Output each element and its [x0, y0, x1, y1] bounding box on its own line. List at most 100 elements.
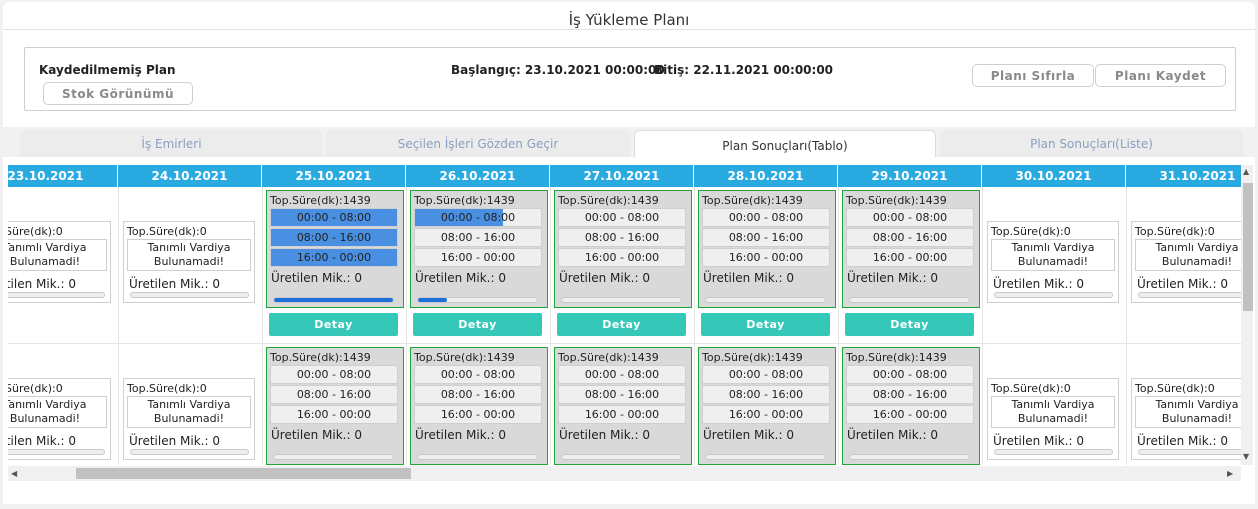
progress-bar — [994, 292, 1113, 298]
produced-quantity-label: Üretilen Mik.: 0 — [703, 428, 794, 442]
shift-slot[interactable]: 00:00 - 08:00 — [846, 208, 974, 227]
shift-slot[interactable]: 16:00 - 00:00 — [270, 405, 398, 424]
shift-slot[interactable]: 00:00 - 08:00 — [702, 365, 830, 384]
tab-plan-results-list[interactable]: Plan Sonuçları(Liste) — [940, 130, 1243, 158]
shift-slot[interactable]: 16:00 - 00:00 — [846, 405, 974, 424]
progress-bar — [1138, 292, 1241, 298]
shift-time-label: 08:00 - 16:00 — [584, 231, 660, 244]
shift-slot[interactable]: 16:00 - 00:00 — [846, 248, 974, 267]
shift-slot[interactable]: 08:00 - 16:00 — [270, 385, 398, 404]
progress-fill — [418, 298, 447, 302]
produced-section: Üretilen Mik.: 0 — [558, 271, 686, 306]
shift-slot[interactable]: 08:00 - 16:00 — [702, 385, 830, 404]
shift-slot[interactable]: 16:00 - 00:00 — [702, 405, 830, 424]
produced-section: Üretilen Mik.: 0 — [270, 428, 398, 463]
horizontal-scroll-thumb[interactable] — [76, 468, 411, 479]
total-duration-label: Top.Süre(dk):0 — [1135, 225, 1215, 238]
shift-slot[interactable]: 08:00 - 16:00 — [270, 228, 398, 247]
shift-slot[interactable]: 16:00 - 00:00 — [558, 248, 686, 267]
stock-view-button[interactable]: Stok Görünümü — [43, 82, 193, 105]
detail-button[interactable]: Detay — [413, 313, 542, 336]
no-shift-message: Tanımlı Vardiya Bulunamadi! — [127, 239, 251, 271]
vertical-scrollbar[interactable]: ▲ ▼ — [1241, 165, 1253, 465]
progress-bar — [705, 297, 826, 303]
produced-section: Üretilen Mik.: 0 — [846, 271, 974, 306]
shift-slot[interactable]: 16:00 - 00:00 — [702, 248, 830, 267]
shift-slot[interactable]: 00:00 - 08:00 — [558, 208, 686, 227]
day-card: Top.Süre(dk):1439 00:00 - 08:00 08:00 - 16… — [410, 190, 548, 308]
detail-button[interactable]: Detay — [845, 313, 974, 336]
title-bar: İş Yükleme Planı — [3, 2, 1255, 30]
shift-slot[interactable]: 08:00 - 16:00 — [846, 228, 974, 247]
produced-quantity-label: Üretilen Mik.: 0 — [847, 428, 938, 442]
shift-time-label: 16:00 - 00:00 — [872, 251, 948, 264]
no-shift-message: Tanımlı Vardiya Bulunamadi! — [1135, 396, 1241, 428]
produced-section: Üretilen Mik.: 0 — [846, 428, 974, 463]
column-divider — [1126, 187, 1127, 465]
shift-slot[interactable]: 08:00 - 16:00 — [558, 228, 686, 247]
shift-time-label: 16:00 - 00:00 — [872, 408, 948, 421]
progress-bar — [130, 449, 249, 455]
shift-slot[interactable]: 00:00 - 08:00 — [414, 208, 542, 227]
day-card: Top.Süre(dk):1439 00:00 - 08:00 08:00 - 16… — [698, 347, 836, 465]
detail-button[interactable]: Detay — [557, 313, 686, 336]
shift-time-label: 16:00 - 00:00 — [296, 251, 372, 264]
shift-slot[interactable]: 16:00 - 00:00 — [414, 248, 542, 267]
total-duration-label: Top.Süre(dk):0 — [127, 225, 207, 238]
produced-section: Üretilen Mik.: 0 — [558, 428, 686, 463]
day-card: Top.Süre(dk):1439 00:00 - 08:00 08:00 - 16… — [266, 190, 404, 308]
shift-slot[interactable]: 08:00 - 16:00 — [846, 385, 974, 404]
shift-slot[interactable]: 08:00 - 16:00 — [702, 228, 830, 247]
scroll-right-icon[interactable]: ▶ — [1227, 469, 1233, 478]
shift-slot[interactable]: 08:00 - 16:00 — [558, 385, 686, 404]
progress-bar — [1138, 449, 1241, 455]
date-header-cell: 23.10.2021 — [8, 165, 118, 187]
produced-quantity-label: Üretilen Mik.: 0 — [8, 434, 76, 448]
horizontal-scrollbar[interactable]: ◀ ▶ — [8, 466, 1241, 481]
produced-quantity-label: Üretilen Mik.: 0 — [129, 434, 220, 448]
shift-time-label: 08:00 - 16:00 — [296, 231, 372, 244]
date-header-cell: 31.10.2021 — [1126, 165, 1241, 187]
shift-slot[interactable]: 08:00 - 16:00 — [414, 228, 542, 247]
scroll-left-icon[interactable]: ◀ — [11, 469, 17, 478]
scroll-up-icon[interactable]: ▲ — [1243, 167, 1249, 176]
scroll-down-icon[interactable]: ▼ — [1243, 452, 1249, 461]
produced-section: Üretilen Mik.: 0 — [414, 428, 542, 463]
shift-slot[interactable]: 00:00 - 08:00 — [270, 365, 398, 384]
progress-bar — [273, 454, 394, 460]
shift-slot[interactable]: 00:00 - 08:00 — [846, 365, 974, 384]
shift-slot[interactable]: 16:00 - 00:00 — [414, 405, 542, 424]
shift-slot[interactable]: 16:00 - 00:00 — [558, 405, 686, 424]
detail-button[interactable]: Detay — [701, 313, 830, 336]
save-plan-button[interactable]: Planı Kaydet — [1095, 64, 1226, 87]
end-date-label: Bitiş: 22.11.2021 00:00:00 — [654, 63, 834, 77]
date-header-cell: 28.10.2021 — [694, 165, 838, 187]
shift-slot[interactable]: 08:00 - 16:00 — [414, 385, 542, 404]
shift-time-label: 00:00 - 08:00 — [728, 368, 804, 381]
column-divider — [838, 187, 839, 465]
tab-review-selected[interactable]: Seçilen İşleri Gözden Geçir — [326, 130, 630, 158]
plan-info-box: Kaydedilmemiş Plan Stok Görünümü Başlang… — [24, 47, 1236, 111]
shift-slot[interactable]: 00:00 - 08:00 — [702, 208, 830, 227]
day-card-empty: Top.Süre(dk):0Tanımlı Vardiya Bulunamadi… — [1131, 221, 1241, 303]
total-duration-label: Top.Süre(dk):0 — [991, 382, 1071, 395]
column-divider — [406, 187, 407, 465]
produced-quantity-label: Üretilen Mik.: 0 — [129, 277, 220, 291]
total-duration-label: Top.Süre(dk):1439 — [702, 351, 803, 364]
column-divider — [982, 187, 983, 465]
shift-time-label: 16:00 - 00:00 — [296, 408, 372, 421]
shift-slot[interactable]: 00:00 - 08:00 — [270, 208, 398, 227]
produced-quantity-label: Üretilen Mik.: 0 — [415, 428, 506, 442]
tab-work-orders[interactable]: İş Emirleri — [20, 130, 323, 158]
date-header-cell: 25.10.2021 — [262, 165, 406, 187]
day-card: Top.Süre(dk):1439 00:00 - 08:00 08:00 - 16… — [698, 190, 836, 308]
detail-button[interactable]: Detay — [269, 313, 398, 336]
shift-slot[interactable]: 16:00 - 00:00 — [270, 248, 398, 267]
shift-slot[interactable]: 00:00 - 08:00 — [414, 365, 542, 384]
shift-slot[interactable]: 00:00 - 08:00 — [558, 365, 686, 384]
progress-bar — [273, 297, 394, 303]
vertical-scroll-thumb[interactable] — [1243, 183, 1253, 311]
total-duration-label: Top.Süre(dk):1439 — [558, 194, 659, 207]
shift-time-label: 08:00 - 16:00 — [296, 388, 372, 401]
reset-plan-button[interactable]: Planı Sıfırla — [972, 64, 1094, 87]
